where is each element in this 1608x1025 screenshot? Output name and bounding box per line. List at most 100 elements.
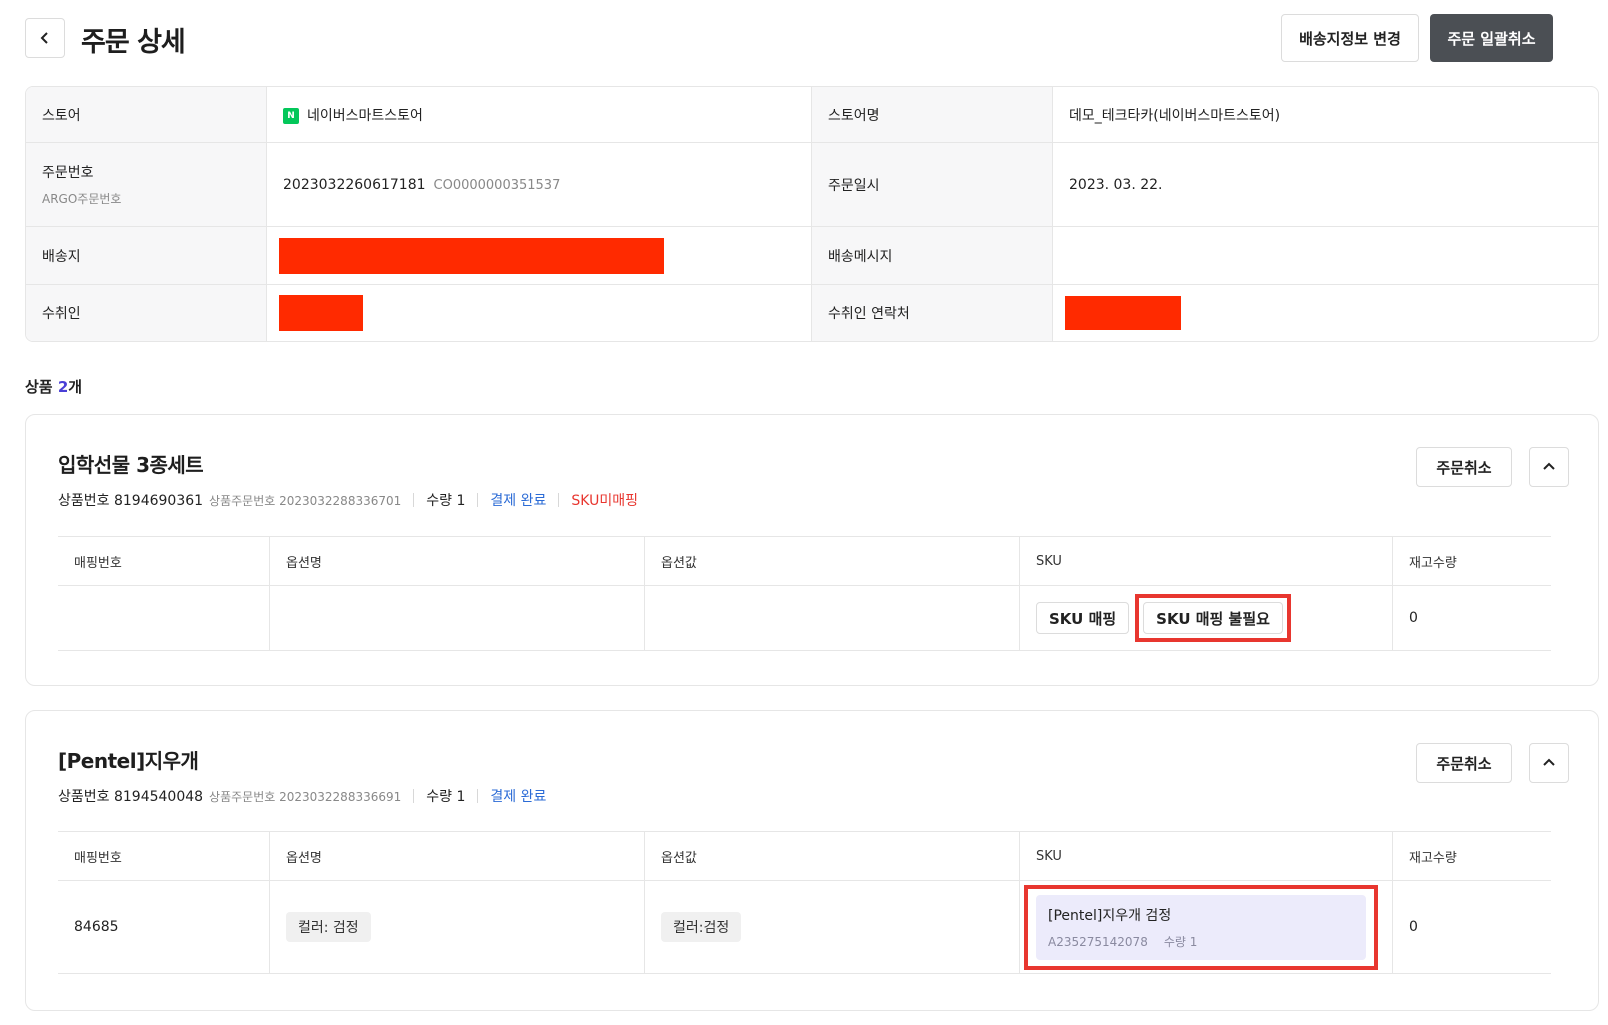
order-no-label: 주문번호 — [42, 165, 94, 181]
cancel-all-orders-button[interactable]: 주문 일괄취소 — [1430, 14, 1553, 62]
order-info-table: 스토어 N 네이버스마트스토어 스토어명 데모_테크타카(네이버스마트스토어) 주… — [25, 86, 1599, 342]
delivery-message-label: 배송메시지 — [812, 227, 1053, 284]
chevron-up-icon — [1543, 758, 1555, 766]
stock-cell: 0 — [1409, 919, 1418, 935]
mapping-no-cell — [58, 586, 270, 650]
store-name-value: 데모_테크타카(네이버스마트스토어) — [1069, 107, 1281, 124]
divider — [477, 789, 479, 803]
product-meta: 상품번호 8194540048 상품주문번호 2023032288336691 … — [58, 786, 546, 806]
recipient-label: 수취인 — [26, 285, 267, 341]
table-header-row: 매핑번호 옵션명 옵션값 SKU 재고수량 — [58, 537, 1551, 586]
argo-order-no-label: ARGO주문번호 — [42, 192, 122, 206]
product-title: 입학선물 3종세트 — [58, 453, 204, 477]
payment-status: 결제 완료 — [490, 493, 547, 509]
naver-logo-icon: N — [283, 107, 299, 124]
address-value-cell — [267, 227, 812, 284]
divider — [413, 493, 415, 507]
cancel-order-button[interactable]: 주문취소 — [1416, 447, 1512, 487]
sku-code: A235275142078 — [1048, 934, 1148, 949]
option-name-cell: 컬러: 검정 — [270, 881, 645, 973]
back-button[interactable] — [25, 18, 65, 58]
product-count-unit: 개 — [68, 378, 83, 396]
sku-table: 매핑번호 옵션명 옵션값 SKU 재고수량 SKU 매핑 SKU 매핑 불필요 … — [58, 536, 1551, 651]
product-title: [Pentel]지우개 — [58, 749, 199, 773]
sku-quantity: 수량 1 — [1163, 934, 1198, 949]
collapse-button[interactable] — [1529, 447, 1569, 487]
product-card-2: [Pentel]지우개 상품번호 8194540048 상품주문번호 20230… — [25, 710, 1599, 1011]
option-name-cell — [270, 586, 645, 650]
recipient-value-cell — [267, 285, 812, 341]
recipient-redaction — [279, 295, 363, 331]
page-title: 주문 상세 — [81, 27, 186, 58]
product-meta: 상품번호 8194690361 상품주문번호 2023032288336701 … — [58, 490, 638, 510]
recipient-phone-redaction — [1065, 296, 1181, 330]
product-quantity: 수량 1 — [426, 789, 466, 805]
sku-table: 매핑번호 옵션명 옵션값 SKU 재고수량 84685 컬러: 검정 컬러:검정… — [58, 831, 1551, 974]
stock-cell: 0 — [1409, 610, 1418, 626]
collapse-button[interactable] — [1529, 743, 1569, 783]
sku-mapping-button[interactable]: SKU 매핑 — [1036, 602, 1130, 634]
cancel-order-button[interactable]: 주문취소 — [1416, 743, 1512, 783]
option-value-cell: 컬러:검정 — [645, 881, 1020, 973]
product-count-label: 상품 — [25, 378, 53, 396]
product-number: 상품번호 8194540048 — [58, 789, 204, 805]
table-row: 84685 컬러: 검정 컬러:검정 [Pentel]지우개 검정 A23527… — [58, 881, 1551, 974]
option-value-cell — [645, 586, 1020, 650]
order-date-label: 주문일시 — [812, 143, 1053, 226]
col-option-value: 옵션값 — [645, 832, 1020, 880]
sku-cell: SKU 매핑 SKU 매핑 불필요 — [1020, 586, 1393, 650]
page-header: 주문 상세 배송지정보 변경 주문 일괄취소 — [25, 14, 1599, 64]
argo-order-no-value: CO0000000351537 — [433, 177, 561, 193]
sku-mapping-not-needed-button[interactable]: SKU 매핑 불필요 — [1143, 602, 1283, 634]
col-stock: 재고수량 — [1409, 555, 1457, 571]
payment-status: 결제 완료 — [490, 789, 547, 805]
col-option-value: 옵션값 — [645, 537, 1020, 585]
table-row: SKU 매핑 SKU 매핑 불필요 0 — [58, 586, 1551, 651]
product-card-1: 입학선물 3종세트 상품번호 8194690361 상품주문번호 2023032… — [25, 414, 1599, 686]
address-redaction — [279, 237, 664, 274]
address-label: 배송지 — [26, 227, 267, 284]
store-label: 스토어 — [26, 87, 267, 142]
chevron-left-icon — [40, 32, 48, 44]
col-sku: SKU — [1020, 537, 1393, 585]
col-stock: 재고수량 — [1409, 850, 1457, 866]
recipient-phone-value-cell — [1053, 285, 1598, 341]
store-value-cell: N 네이버스마트스토어 — [267, 87, 812, 142]
sku-cell: [Pentel]지우개 검정 A235275142078 수량 1 — [1020, 881, 1393, 973]
product-order-number: 상품주문번호 2023032288336701 — [209, 493, 402, 508]
recipient-phone-label: 수취인 연락처 — [812, 285, 1053, 341]
chevron-up-icon — [1543, 462, 1555, 470]
store-name-label: 스토어명 — [812, 87, 1053, 142]
col-option-name: 옵션명 — [270, 537, 645, 585]
highlight-box: SKU 매핑 불필요 — [1135, 594, 1291, 642]
product-quantity: 수량 1 — [426, 493, 466, 509]
col-sku: SKU — [1020, 832, 1393, 880]
divider — [413, 789, 415, 803]
sku-name: [Pentel]지우개 검정 — [1048, 907, 1172, 924]
info-row-address: 배송지 배송메시지 — [26, 227, 1598, 285]
table-header-row: 매핑번호 옵션명 옵션값 SKU 재고수량 — [58, 832, 1551, 881]
order-no-value-cell: 2023032260617181 CO0000000351537 — [267, 143, 812, 226]
order-no-value: 2023032260617181 — [283, 176, 426, 193]
divider — [477, 493, 479, 507]
info-row-store: 스토어 N 네이버스마트스토어 스토어명 데모_테크타카(네이버스마트스토어) — [26, 87, 1598, 143]
mapping-no-cell: 84685 — [58, 881, 270, 973]
change-delivery-button[interactable]: 배송지정보 변경 — [1281, 14, 1419, 62]
product-order-number: 상품주문번호 2023032288336691 — [209, 789, 402, 804]
product-count-number: 2 — [57, 378, 69, 396]
info-row-recipient: 수취인 수취인 연락처 — [26, 285, 1598, 341]
col-mapping-no: 매핑번호 — [58, 832, 270, 880]
order-date-value: 2023. 03. 22. — [1069, 176, 1163, 193]
delivery-message-value — [1053, 227, 1598, 284]
product-number: 상품번호 8194690361 — [58, 493, 204, 509]
highlight-box: [Pentel]지우개 검정 A235275142078 수량 1 — [1024, 884, 1378, 970]
mapped-sku-card[interactable]: [Pentel]지우개 검정 A235275142078 수량 1 — [1036, 894, 1366, 960]
col-option-name: 옵션명 — [270, 832, 645, 880]
divider — [558, 493, 560, 507]
col-mapping-no: 매핑번호 — [58, 537, 270, 585]
store-value: 네이버스마트스토어 — [307, 107, 423, 124]
product-count: 상품 2개 — [25, 376, 82, 397]
sku-meta: A235275142078 수량 1 — [1048, 933, 1354, 950]
order-no-label-cell: 주문번호 ARGO주문번호 — [26, 143, 267, 226]
info-row-order: 주문번호 ARGO주문번호 2023032260617181 CO00000003… — [26, 143, 1598, 227]
